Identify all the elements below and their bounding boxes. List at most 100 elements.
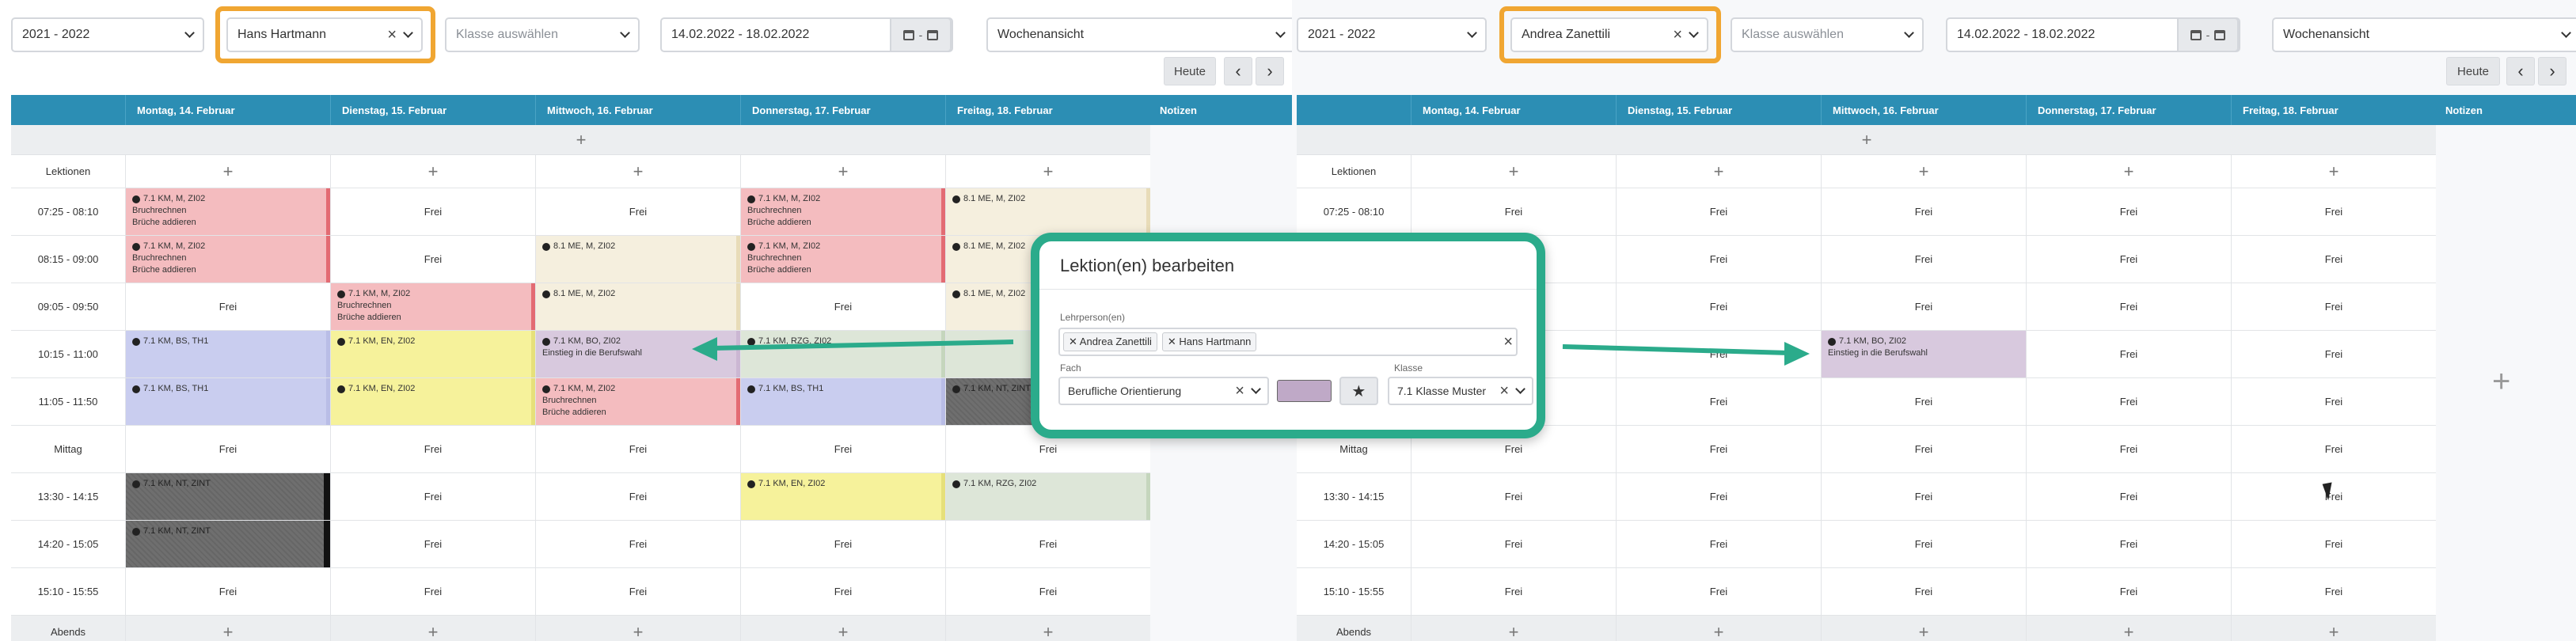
free-cell[interactable]: Frei bbox=[741, 568, 946, 616]
lesson-cell[interactable]: 7.1 KM, NT, ZINT bbox=[126, 521, 331, 568]
today-button[interactable]: Heute bbox=[1164, 57, 1216, 85]
add-week-button[interactable]: + bbox=[1297, 125, 2437, 155]
add-lesson-button[interactable]: + bbox=[126, 616, 331, 641]
free-cell[interactable]: Frei bbox=[126, 426, 331, 473]
free-cell[interactable]: Frei bbox=[946, 568, 1151, 616]
next-week-button[interactable]: › bbox=[2538, 57, 2567, 85]
teachers-multiselect[interactable]: ✕ Andrea Zanettili ✕ Hans Hartmann × bbox=[1058, 328, 1518, 356]
add-lesson-button[interactable]: + bbox=[741, 155, 946, 188]
lesson-cell[interactable]: 7.1 KM, M, ZI02 Bruchrechnen Brüche addier… bbox=[741, 188, 946, 236]
free-cell[interactable]: Frei bbox=[741, 426, 946, 473]
free-cell[interactable]: Frei bbox=[2027, 521, 2232, 568]
free-cell[interactable]: Frei bbox=[1822, 378, 2027, 426]
add-lesson-button[interactable]: + bbox=[2232, 155, 2437, 188]
lesson-cell[interactable]: 7.1 KM, RZG, ZI02 bbox=[946, 473, 1151, 521]
add-lesson-button[interactable]: + bbox=[536, 616, 741, 641]
free-cell[interactable]: Frei bbox=[1822, 426, 2027, 473]
add-lesson-button[interactable]: + bbox=[1411, 155, 1617, 188]
free-cell[interactable]: Frei bbox=[1411, 521, 1617, 568]
free-cell[interactable]: Frei bbox=[1411, 188, 1617, 236]
add-lesson-button[interactable]: + bbox=[1822, 155, 2027, 188]
year-select[interactable]: 2021 - 2022 bbox=[11, 17, 204, 52]
free-cell[interactable]: Frei bbox=[1822, 283, 2027, 331]
free-cell[interactable]: Frei bbox=[2232, 568, 2437, 616]
free-cell[interactable]: Frei bbox=[1617, 283, 1822, 331]
free-cell[interactable]: Frei bbox=[536, 426, 741, 473]
view-select[interactable]: Wochenansicht bbox=[986, 17, 1292, 52]
free-cell[interactable]: Frei bbox=[2027, 236, 2232, 283]
free-cell[interactable]: Frei bbox=[741, 283, 946, 331]
prev-week-button[interactable]: ‹ bbox=[2506, 57, 2535, 85]
lesson-cell[interactable]: 7.1 KM, EN, ZI02 bbox=[331, 378, 536, 426]
star-button[interactable]: ★ bbox=[1339, 377, 1378, 405]
free-cell[interactable]: Frei bbox=[1822, 568, 2027, 616]
lesson-cell[interactable]: 7.1 KM, M, ZI02 Bruchrechnen Brüche addier… bbox=[126, 236, 331, 283]
lesson-cell-bo[interactable]: 7.1 KM, BO, ZI02 Einstieg in die Berufswa… bbox=[536, 331, 741, 378]
add-lesson-button[interactable]: + bbox=[2232, 616, 2437, 641]
date-picker-button[interactable]: - bbox=[890, 17, 952, 52]
lesson-cell[interactable]: 7.1 KM, M, ZI02 Bruchrechnen Brüche addier… bbox=[536, 378, 741, 426]
free-cell[interactable]: Frei bbox=[331, 521, 536, 568]
free-cell[interactable]: Frei bbox=[331, 236, 536, 283]
lesson-cell[interactable]: 8.1 ME, M, ZI02 bbox=[536, 236, 741, 283]
lesson-cell[interactable]: 7.1 KM, BS, TH1 bbox=[126, 378, 331, 426]
free-cell[interactable]: Frei bbox=[126, 568, 331, 616]
add-lesson-button[interactable]: + bbox=[1411, 616, 1617, 641]
lesson-cell[interactable]: 7.1 KM, EN, ZI02 bbox=[331, 331, 536, 378]
free-cell[interactable]: Frei bbox=[2232, 283, 2437, 331]
add-lesson-button[interactable]: + bbox=[331, 155, 536, 188]
free-cell[interactable]: Frei bbox=[2232, 521, 2437, 568]
free-cell[interactable]: Frei bbox=[1617, 426, 1822, 473]
remove-icon[interactable]: ✕ bbox=[1069, 336, 1080, 347]
lesson-cell[interactable]: 7.1 KM, M, ZI02 Bruchrechnen Brüche addier… bbox=[331, 283, 536, 331]
class-select[interactable]: 7.1 Klasse Muster × bbox=[1388, 377, 1533, 405]
free-cell[interactable]: Frei bbox=[1822, 188, 2027, 236]
lesson-cell[interactable]: 7.1 KM, RZG, ZI02 bbox=[741, 331, 946, 378]
lesson-cell[interactable]: 7.1 KM, M, ZI02 Bruchrechnen Brüche addier… bbox=[741, 236, 946, 283]
free-cell[interactable]: Frei bbox=[1617, 473, 1822, 521]
add-lesson-button[interactable]: + bbox=[2027, 155, 2232, 188]
clear-icon[interactable]: × bbox=[1499, 382, 1509, 400]
color-swatch[interactable] bbox=[1276, 380, 1332, 402]
free-cell[interactable]: Frei bbox=[2232, 236, 2437, 283]
add-lesson-button[interactable]: + bbox=[331, 616, 536, 641]
clear-icon[interactable]: × bbox=[1503, 333, 1513, 351]
teacher-tag[interactable]: ✕ Hans Hartmann bbox=[1161, 332, 1257, 351]
add-lesson-button[interactable]: + bbox=[2027, 616, 2232, 641]
lesson-cell-bo[interactable]: 7.1 KM, BO, ZI02 Einstieg in die Berufswa… bbox=[1822, 331, 2027, 378]
prev-week-button[interactable]: ‹ bbox=[1224, 57, 1252, 85]
free-cell[interactable]: Frei bbox=[1411, 568, 1617, 616]
free-cell[interactable]: Frei bbox=[1617, 188, 1822, 236]
free-cell[interactable]: Frei bbox=[2027, 188, 2232, 236]
date-range-input[interactable]: 14.02.2022 - 18.02.2022 - bbox=[660, 17, 953, 52]
today-button[interactable]: Heute bbox=[2446, 57, 2500, 85]
free-cell[interactable]: Frei bbox=[2027, 426, 2232, 473]
free-cell[interactable]: Frei bbox=[741, 521, 946, 568]
free-cell[interactable]: Frei bbox=[331, 426, 536, 473]
date-range-input[interactable]: 14.02.2022 - 18.02.2022 - bbox=[1946, 17, 2240, 52]
teacher-select[interactable]: Andrea Zanettili × bbox=[1510, 17, 1708, 52]
remove-icon[interactable]: ✕ bbox=[1168, 336, 1180, 347]
class-select[interactable]: Klasse auswählen bbox=[445, 17, 640, 52]
add-note-button[interactable]: + bbox=[2492, 364, 2510, 400]
add-lesson-button[interactable]: + bbox=[1617, 616, 1822, 641]
free-cell[interactable]: Frei bbox=[2027, 568, 2232, 616]
free-cell[interactable]: Frei bbox=[1822, 521, 2027, 568]
clear-icon[interactable]: × bbox=[1673, 26, 1682, 44]
add-lesson-button[interactable]: + bbox=[126, 155, 331, 188]
free-cell[interactable]: Frei bbox=[2027, 473, 2232, 521]
add-lesson-button[interactable]: + bbox=[1822, 616, 2027, 641]
class-select[interactable]: Klasse auswählen bbox=[1731, 17, 1924, 52]
lesson-cell[interactable]: 7.1 KM, EN, ZI02 bbox=[741, 473, 946, 521]
add-lesson-button[interactable]: + bbox=[1617, 155, 1822, 188]
free-cell[interactable]: Frei bbox=[1617, 568, 1822, 616]
clear-icon[interactable]: × bbox=[1235, 382, 1244, 400]
lesson-cell[interactable]: 7.1 KM, NT, ZINT bbox=[126, 473, 331, 521]
add-lesson-button[interactable]: + bbox=[536, 155, 741, 188]
teacher-tag[interactable]: ✕ Andrea Zanettili bbox=[1063, 332, 1157, 351]
free-cell[interactable]: Frei bbox=[126, 283, 331, 331]
free-cell[interactable]: Frei bbox=[536, 188, 741, 236]
free-cell[interactable]: Frei bbox=[946, 521, 1151, 568]
free-cell[interactable]: Frei bbox=[2232, 188, 2437, 236]
free-cell[interactable]: Frei bbox=[1617, 521, 1822, 568]
